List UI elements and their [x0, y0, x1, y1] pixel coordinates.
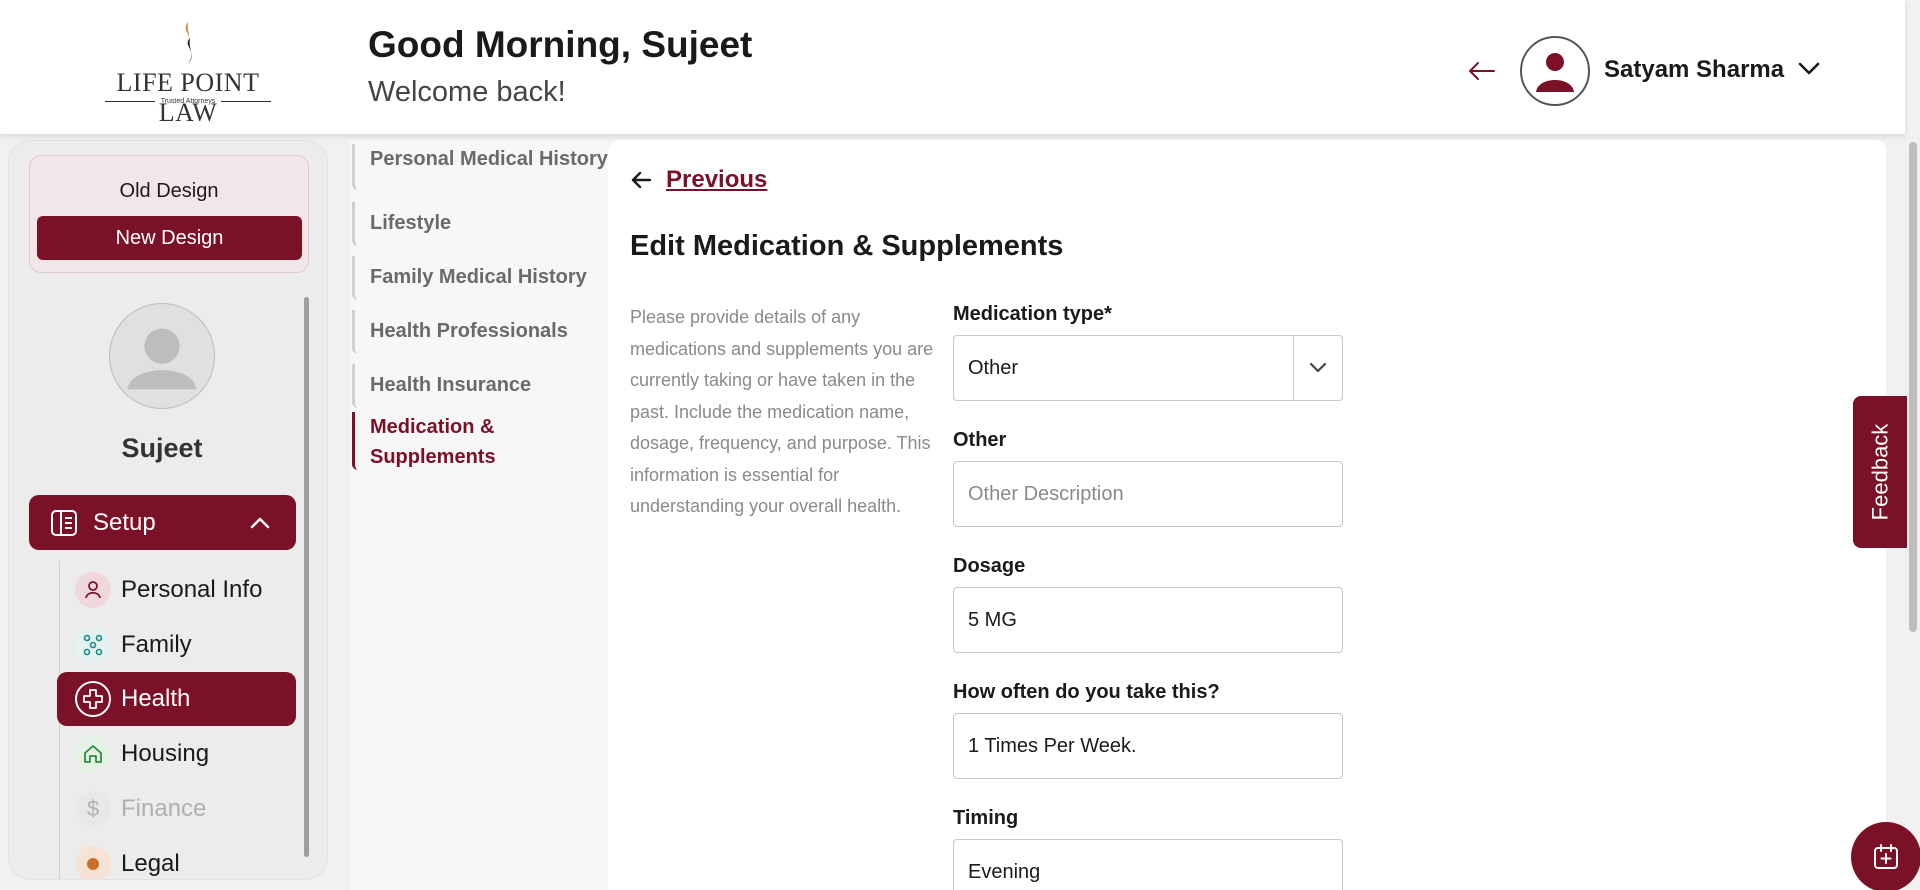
greeting-heading: Good Morning, Sujeet — [368, 24, 753, 65]
user-avatar[interactable] — [1520, 36, 1590, 106]
sidebar-item-label: Health — [121, 685, 191, 712]
chevron-down-icon — [1309, 362, 1327, 373]
calendar-add-button[interactable] — [1851, 822, 1920, 890]
arrow-left-icon — [631, 171, 652, 189]
subnav-label-line-2: Supplements — [370, 446, 496, 468]
subnav-family-medical-history[interactable]: Family Medical History — [352, 256, 587, 300]
medication-type-label: Medication type* — [953, 303, 1112, 325]
sidebar-item-family[interactable]: Family — [57, 618, 296, 672]
other-description-input[interactable]: Other Description — [953, 461, 1343, 527]
main-content: Previous Edit Medication & Supplements P… — [608, 140, 1886, 890]
timing-label: Timing — [953, 807, 1019, 829]
previous-link[interactable]: Previous — [630, 166, 767, 194]
sidebar-item-label: Housing — [121, 740, 210, 767]
sidebar: Old Design New Design Sujeet Setup Perso… — [8, 140, 328, 880]
dosage-label: Dosage — [953, 555, 1026, 577]
person-icon — [75, 572, 111, 608]
section-description: Please provide details of any medication… — [630, 307, 934, 516]
feedback-label: Feedback — [1867, 423, 1892, 521]
select-divider — [1293, 336, 1294, 400]
subnav-medication-supplements[interactable]: Medication & Supplements — [352, 412, 496, 470]
calendar-plus-icon — [1874, 844, 1898, 869]
family-icon — [75, 627, 111, 663]
sidebar-item-label: Legal — [121, 850, 180, 877]
page-scrollbar[interactable] — [1905, 0, 1920, 890]
life-point-law-logo[interactable]: LIFE POINT LAW Trusted Attorneys — [86, 20, 290, 127]
subnav-health-insurance[interactable]: Health Insurance — [352, 364, 531, 408]
subnav-label-line-1: Medication & — [370, 416, 495, 438]
chevron-down-icon[interactable] — [1796, 58, 1822, 78]
sidebar-scrollbar[interactable] — [304, 297, 309, 857]
health-plus-icon — [75, 681, 111, 717]
setup-label: Setup — [93, 508, 156, 536]
setup-menu-toggle[interactable]: Setup — [29, 495, 296, 550]
medication-type-value: Other — [968, 356, 1019, 379]
profile-name: Sujeet — [121, 433, 203, 463]
sidebar-item-finance[interactable]: $ Finance — [57, 782, 296, 836]
house-icon — [75, 736, 111, 772]
feedback-tab[interactable]: Feedback — [1853, 396, 1907, 548]
welcome-text: Welcome back! — [368, 76, 566, 108]
other-label: Other — [953, 429, 1007, 451]
sidebar-item-label: Family — [121, 631, 192, 658]
profile-avatar[interactable] — [109, 303, 215, 409]
sidebar-item-label: Finance — [121, 795, 207, 822]
sidebar-item-personal-info[interactable]: Personal Info — [57, 563, 296, 617]
old-design-button[interactable]: Old Design — [30, 180, 308, 203]
setup-book-icon — [51, 509, 77, 536]
app-header: LIFE POINT LAW Trusted Attorneys Good Mo… — [0, 0, 1905, 134]
health-subnav: Personal Medical History Lifestyle Famil… — [350, 140, 608, 890]
logo-tagline: Trusted Attorneys — [86, 98, 290, 105]
user-icon — [1536, 53, 1574, 92]
sidebar-item-legal[interactable]: Legal — [57, 837, 296, 879]
subnav-health-professionals[interactable]: Health Professionals — [352, 310, 568, 354]
subnav-personal-medical-history[interactable]: Personal Medical History — [352, 144, 608, 190]
page-title: Edit Medication & Supplements — [630, 230, 1064, 262]
dollar-icon: $ — [75, 791, 111, 827]
medication-type-select[interactable]: Other — [953, 335, 1343, 401]
avatar-placeholder-icon — [127, 328, 197, 390]
legal-icon — [75, 846, 111, 879]
sidebar-item-health[interactable]: Health — [57, 672, 296, 726]
subnav-lifestyle[interactable]: Lifestyle — [352, 202, 451, 246]
frequency-input[interactable]: 1 Times Per Week. — [953, 713, 1343, 779]
back-arrow-icon[interactable] — [1466, 56, 1496, 86]
flame-logo-icon — [185, 22, 192, 64]
design-switcher: Old Design New Design — [29, 155, 309, 273]
medication-form: Medication type* Other Other Other Descr… — [953, 303, 1343, 890]
dosage-input[interactable]: 5 MG — [953, 587, 1343, 653]
timing-input[interactable]: Evening — [953, 839, 1343, 890]
user-name[interactable]: Satyam Sharma — [1604, 56, 1784, 84]
chevron-up-icon — [250, 517, 270, 528]
sidebar-item-housing[interactable]: Housing — [57, 727, 296, 781]
page-scrollbar-thumb[interactable] — [1909, 142, 1917, 632]
previous-label: Previous — [666, 166, 768, 193]
new-design-button[interactable]: New Design — [37, 216, 302, 260]
frequency-label: How often do you take this? — [953, 681, 1220, 703]
sidebar-item-label: Personal Info — [121, 576, 263, 603]
